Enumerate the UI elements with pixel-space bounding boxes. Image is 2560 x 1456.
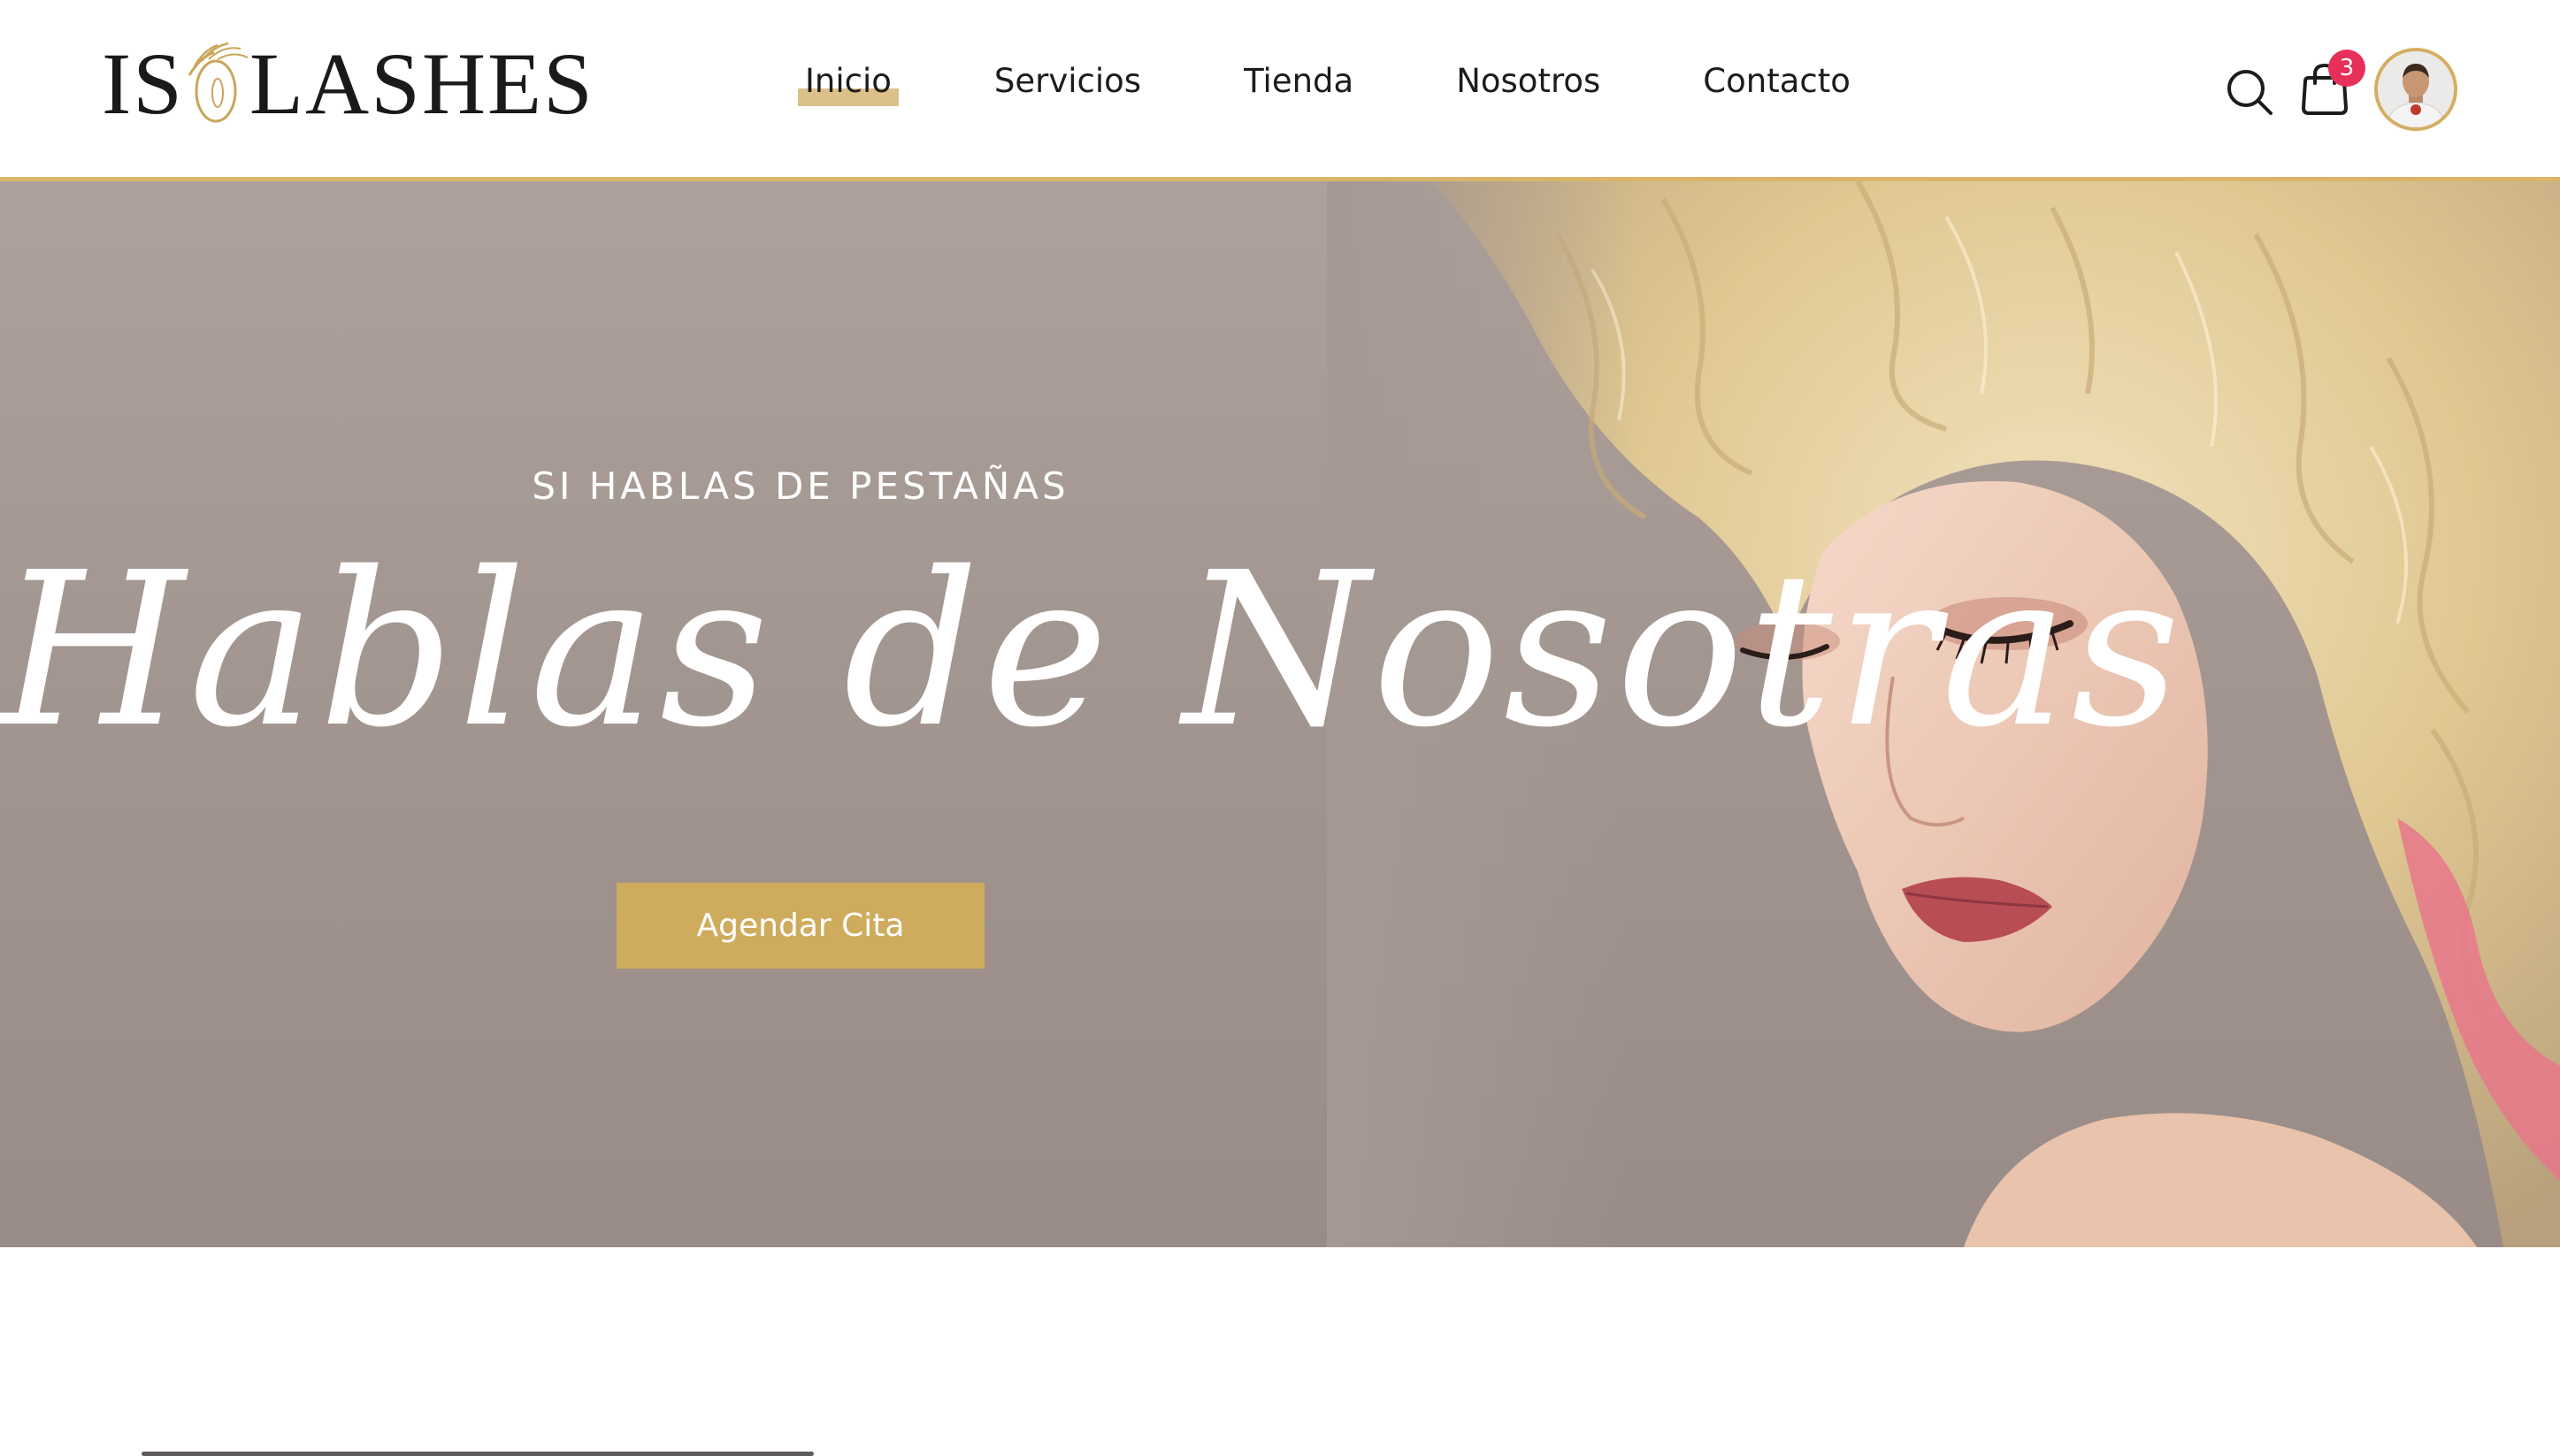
avatar-person-icon — [2378, 51, 2454, 127]
lash-eye-logo-icon — [182, 40, 251, 128]
hero-title: Hablas de Nosotras — [0, 526, 2184, 774]
main-nav: Inicio Servicios Tienda Nosotros Contact… — [796, 55, 1944, 108]
logo-text-right: LASHES — [249, 34, 594, 133]
search-icon — [2227, 70, 2273, 115]
nav-item-tienda[interactable]: Tienda — [1235, 55, 1362, 108]
nav-item-nosotros[interactable]: Nosotros — [1447, 55, 1609, 108]
nav-item-contacto[interactable]: Contacto — [1694, 55, 1859, 108]
brand-logo[interactable]: IS LASHES — [102, 35, 594, 133]
book-appointment-button[interactable]: Agendar Cita — [617, 883, 985, 969]
section-divider — [142, 1452, 814, 1456]
hero-kicker: SI HABLAS DE PESTAÑAS — [532, 464, 1069, 508]
nav-item-servicios[interactable]: Servicios — [985, 55, 1150, 108]
cart-count-badge: 3 — [2328, 50, 2365, 87]
user-avatar[interactable] — [2374, 48, 2457, 131]
nav-item-inicio[interactable]: Inicio — [796, 55, 901, 108]
search-button[interactable] — [2225, 67, 2274, 117]
logo-text-left: IS — [102, 34, 184, 133]
hero-banner: SI HABLAS DE PESTAÑAS Hablas de Nosotras… — [0, 181, 2560, 1247]
site-header: IS LASHES Inicio Servicios Tienda Nosotr… — [0, 0, 2560, 181]
